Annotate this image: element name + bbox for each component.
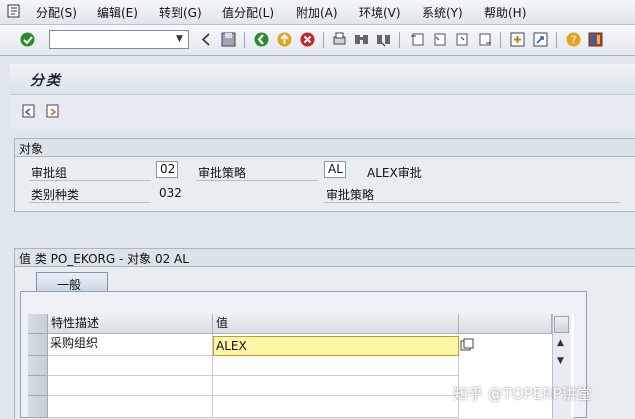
strategy-field[interactable]: AL (324, 161, 346, 178)
divider (29, 202, 151, 203)
value-group-header: 值 类 PO_EKORG - 对象 02 AL (15, 249, 635, 267)
screen-title-bar: 分类 (10, 64, 635, 95)
scroll-up-icon[interactable]: ▲ (557, 338, 564, 348)
select-all-cell[interactable] (28, 314, 48, 334)
table-cell[interactable] (213, 376, 459, 396)
divider (324, 202, 620, 203)
watermark: 知乎 @TOPERP讲堂 (453, 385, 592, 403)
system-toolbar: ▼ ? (0, 25, 635, 56)
object-group-header: 对象 (15, 139, 635, 157)
help-icon[interactable]: ? (565, 31, 582, 48)
menu-system[interactable]: 系统(Y) (422, 4, 463, 21)
save-icon[interactable] (220, 31, 237, 48)
exit-icon[interactable] (276, 31, 293, 48)
strategy-label: 审批策略 (198, 166, 247, 180)
back-arrow-icon[interactable] (198, 31, 215, 48)
menu-environment[interactable]: 环境(V) (359, 4, 401, 21)
approval-group-field[interactable]: 02 (156, 161, 178, 178)
find-icon[interactable] (353, 31, 370, 48)
table-cell[interactable] (213, 396, 459, 418)
menu-goto[interactable]: 转到(G) (159, 4, 202, 21)
row-selector[interactable] (28, 356, 48, 376)
app-menu-icon[interactable] (6, 3, 22, 19)
menu-assign[interactable]: 分配(S) (36, 4, 77, 21)
table-cell-characteristic: 采购组织 (48, 334, 213, 356)
class-type-value: 032 (159, 186, 182, 200)
separator (500, 32, 501, 48)
previous-screen-icon[interactable] (21, 103, 37, 119)
object-group-title: 对象 (19, 142, 44, 156)
back-icon[interactable] (253, 31, 270, 48)
separator (244, 32, 245, 48)
scroll-thumb[interactable] (554, 316, 569, 333)
row-selector[interactable] (28, 376, 48, 396)
scroll-down-icon[interactable]: ▼ (557, 356, 564, 366)
table-cell[interactable] (213, 356, 459, 376)
table-cell (48, 356, 213, 376)
next-page-icon[interactable] (453, 31, 470, 48)
last-page-icon[interactable] (476, 31, 493, 48)
class-type-label: 类别种类 (31, 188, 80, 202)
menu-edit[interactable]: 编辑(E) (97, 4, 138, 21)
divider (196, 180, 318, 181)
table-cell (48, 376, 213, 396)
separator (556, 32, 557, 48)
divider (29, 180, 151, 181)
column-header-characteristic[interactable]: 特性描述 (48, 314, 213, 334)
value-group-title: 值 类 PO_EKORG - 对象 02 AL (19, 252, 189, 266)
table-cell (48, 396, 213, 418)
prev-page-icon[interactable] (431, 31, 448, 48)
svg-text:?: ? (571, 34, 577, 47)
separator (323, 32, 324, 48)
new-session-icon[interactable] (509, 31, 526, 48)
strategy-label-2: 审批策略 (326, 188, 375, 202)
separator (399, 32, 400, 48)
layout-icon[interactable] (587, 31, 604, 48)
value-help-icon[interactable] (459, 337, 475, 353)
enter-icon[interactable] (19, 31, 36, 48)
menu-extras[interactable]: 附加(A) (296, 4, 338, 21)
row-selector[interactable] (28, 396, 48, 418)
column-header-empty (459, 314, 552, 334)
approval-group-label: 审批组 (31, 166, 68, 180)
menu-help[interactable]: 帮助(H) (484, 4, 526, 21)
value-input[interactable]: ALEX (213, 336, 459, 356)
row-selector[interactable] (28, 334, 48, 356)
tab-general[interactable]: 一般 (36, 272, 108, 292)
print-icon[interactable] (331, 31, 348, 48)
menu-bar: 分配(S) 编辑(E) 转到(G) 值分配(L) 附加(A) 环境(V) 系统(… (0, 0, 635, 25)
column-header-value[interactable]: 值 (213, 314, 459, 334)
find-next-icon[interactable] (375, 31, 392, 48)
shortcut-icon[interactable] (532, 31, 549, 48)
first-page-icon[interactable] (409, 31, 426, 48)
cancel-icon[interactable] (299, 31, 316, 48)
chevron-down-icon[interactable]: ▼ (173, 32, 186, 47)
command-field[interactable]: ▼ (49, 30, 189, 49)
next-screen-icon[interactable] (45, 103, 61, 119)
strategy-description: ALEX审批 (367, 166, 422, 180)
page-title: 分类 (30, 73, 62, 89)
application-toolbar (10, 95, 635, 129)
menu-value-assign[interactable]: 值分配(L) (222, 4, 274, 21)
